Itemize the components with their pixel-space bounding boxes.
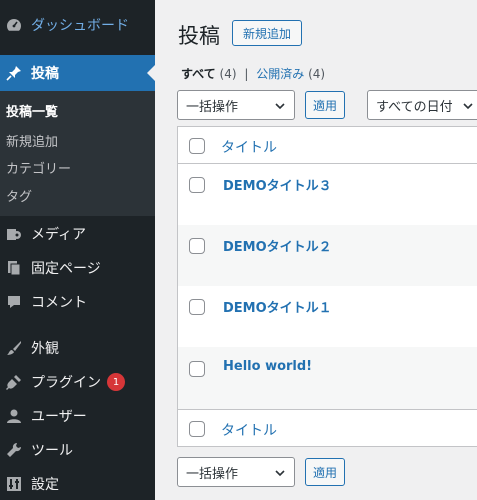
plugin-icon — [6, 374, 22, 390]
chevron-down-icon — [275, 470, 285, 477]
menu-item-posts[interactable]: 投稿 — [0, 55, 155, 91]
wrench-icon — [6, 442, 22, 458]
pin-icon — [6, 65, 22, 81]
posts-table: タイトル DEMOタイトル３ DEMOタイトル２ DEMOタイトル１ Hello… — [177, 126, 477, 447]
select-all-checkbox-footer[interactable] — [189, 421, 205, 437]
menu-item-dashboard[interactable]: ダッシュボード — [0, 8, 155, 42]
menu-label-comments: コメント — [31, 295, 87, 311]
bulk-action-select-top[interactable]: 一括操作 — [177, 90, 295, 120]
row-checkbox[interactable] — [189, 238, 205, 254]
row-checkbox[interactable] — [189, 177, 205, 193]
submenu-item-categories[interactable]: カテゴリー — [6, 158, 71, 177]
user-icon — [6, 408, 22, 424]
submenu-item-tags[interactable]: タグ — [6, 186, 32, 205]
dashboard-icon — [6, 17, 22, 33]
page-title: 投稿 — [178, 24, 220, 48]
menu-item-users[interactable]: ユーザー — [0, 399, 155, 433]
admin-sidebar: ダッシュボード 投稿 投稿一覧 新規追加 カテゴリー タグ メディア 固定ページ… — [0, 0, 155, 500]
menu-label-dashboard: ダッシュボード — [31, 18, 129, 34]
menu-item-tools[interactable]: ツール — [0, 433, 155, 467]
date-filter-select[interactable]: すべての日付 — [367, 90, 477, 120]
bulk-action-value-bottom: 一括操作 — [186, 466, 239, 482]
menu-item-comments[interactable]: コメント — [0, 285, 155, 319]
filter-published-count: (4) — [308, 67, 326, 81]
filter-published[interactable]: 公開済み — [256, 67, 304, 81]
menu-label-posts: 投稿 — [31, 66, 59, 82]
column-header-title[interactable]: タイトル — [221, 137, 277, 157]
menu-label-plugins: プラグイン — [31, 375, 101, 391]
chevron-down-icon — [275, 103, 285, 110]
menu-item-plugins[interactable]: プラグイン 1 — [0, 365, 155, 399]
plugin-update-badge: 1 — [107, 373, 125, 391]
table-header-row: タイトル — [178, 127, 477, 163]
apply-button-top[interactable]: 適用 — [305, 91, 345, 119]
bulk-action-select-bottom[interactable]: 一括操作 — [177, 457, 295, 487]
column-footer-title[interactable]: タイトル — [221, 420, 277, 440]
posts-submenu: 投稿一覧 新規追加 カテゴリー タグ — [0, 91, 155, 216]
menu-item-pages[interactable]: 固定ページ — [0, 251, 155, 285]
select-all-checkbox[interactable] — [189, 138, 205, 154]
table-row: Hello world! — [178, 347, 477, 409]
post-status-filters: すべて (4) | 公開済み (4) — [181, 65, 325, 82]
row-checkbox[interactable] — [189, 361, 205, 377]
filter-all-count: (4) — [219, 67, 237, 81]
menu-label-settings: 設定 — [31, 477, 59, 493]
table-row: DEMOタイトル３ — [178, 164, 477, 225]
table-footer-row: タイトル — [178, 410, 477, 446]
menu-label-media: メディア — [31, 227, 87, 243]
chevron-down-icon — [463, 103, 473, 110]
row-checkbox[interactable] — [189, 299, 205, 315]
settings-icon — [6, 476, 22, 492]
table-row: DEMOタイトル２ — [178, 225, 477, 286]
menu-label-tools: ツール — [31, 443, 73, 459]
comment-icon — [6, 294, 22, 310]
apply-button-bottom[interactable]: 適用 — [305, 458, 345, 486]
post-title-link[interactable]: DEMOタイトル３ — [223, 175, 332, 194]
post-title-link[interactable]: DEMOタイトル１ — [223, 297, 332, 316]
table-row: DEMOタイトル１ — [178, 286, 477, 347]
menu-label-pages: 固定ページ — [31, 261, 101, 277]
main-content: 投稿 新規追加 すべて (4) | 公開済み (4) 一括操作 適用 すべての日… — [155, 0, 477, 500]
submenu-item-all-posts[interactable]: 投稿一覧 — [6, 101, 58, 120]
post-title-link[interactable]: Hello world! — [223, 359, 312, 374]
brush-icon — [6, 340, 22, 356]
filter-separator: | — [244, 67, 249, 81]
menu-label-users: ユーザー — [31, 409, 87, 425]
add-new-button[interactable]: 新規追加 — [232, 20, 302, 46]
menu-item-media[interactable]: メディア — [0, 217, 155, 251]
post-title-link[interactable]: DEMOタイトル２ — [223, 236, 332, 255]
page-icon — [6, 260, 22, 276]
filter-all[interactable]: すべて — [181, 67, 216, 81]
date-filter-value: すべての日付 — [376, 99, 453, 115]
submenu-item-add-new[interactable]: 新規追加 — [6, 131, 58, 150]
menu-item-settings[interactable]: 設定 — [0, 467, 155, 500]
menu-item-appearance[interactable]: 外観 — [0, 331, 155, 365]
menu-label-appearance: 外観 — [31, 341, 59, 357]
media-icon — [6, 226, 22, 242]
bulk-action-value-top: 一括操作 — [186, 99, 239, 115]
